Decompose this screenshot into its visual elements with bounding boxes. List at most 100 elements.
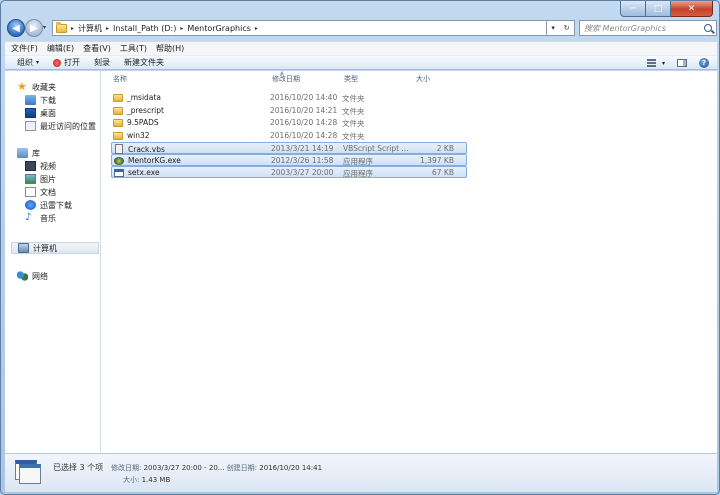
file-row[interactable]: 9.5PADS 2016/10/20 14:28 文件夹 xyxy=(111,117,467,129)
breadcrumb-separator[interactable]: ▸ xyxy=(180,25,183,32)
application-icon xyxy=(114,156,124,165)
thunder-download-icon xyxy=(25,200,36,210)
breadcrumb-install-path[interactable]: Install_Path (D:) xyxy=(113,24,176,33)
file-name: MentorKG.exe xyxy=(128,156,181,165)
sidebar-item-label: 最近访问的位置 xyxy=(40,121,96,131)
desktop-icon xyxy=(25,108,36,118)
sidebar-item-libraries[interactable]: 库 xyxy=(17,147,40,159)
file-type: 应用程序 xyxy=(343,169,373,178)
file-row-selected[interactable]: setx.exe 2003/3/27 20:00 应用程序 67 KB xyxy=(111,166,467,178)
sidebar-item-label: 桌面 xyxy=(40,108,56,118)
video-icon xyxy=(25,161,36,171)
new-folder-label: 新建文件夹 xyxy=(124,58,165,67)
sidebar-item-desktop[interactable]: 桌面 xyxy=(25,107,56,119)
file-name: Crack.vbs xyxy=(128,144,165,154)
breadcrumb-separator[interactable]: ▸ xyxy=(255,25,258,32)
column-header-size[interactable]: 大小 xyxy=(416,74,430,85)
menu-file[interactable]: 文件(F) xyxy=(11,43,38,54)
sidebar-item-label: 收藏夹 xyxy=(32,82,56,92)
sidebar-item-label: 音乐 xyxy=(40,213,56,223)
menu-edit[interactable]: 编辑(E) xyxy=(47,43,74,54)
sidebar-item-documents[interactable]: 文档 xyxy=(25,186,56,198)
sidebar-item-music[interactable]: ♪ 音乐 xyxy=(25,212,56,224)
menu-bar: 文件(F) 编辑(E) 查看(V) 工具(T) 帮助(H) xyxy=(5,41,717,55)
organize-button[interactable]: 组织 ▾ xyxy=(17,57,39,68)
search-icon[interactable] xyxy=(704,24,712,32)
column-header-date[interactable]: 修改日期 xyxy=(272,74,300,85)
file-date: 2016/10/20 14:21 xyxy=(270,106,338,115)
file-row-selected[interactable]: MentorKG.exe 2012/3/26 11:58 应用程序 1,397 … xyxy=(111,154,467,166)
file-type: 文件夹 xyxy=(342,119,365,128)
file-row[interactable]: win32 2016/10/20 14:28 文件夹 xyxy=(111,130,467,142)
close-button[interactable]: ✕ xyxy=(671,1,713,17)
file-row[interactable]: _prescript 2016/10/20 14:21 文件夹 xyxy=(111,105,467,117)
sidebar-item-label: 文档 xyxy=(40,187,56,197)
breadcrumb-separator[interactable]: ▸ xyxy=(106,25,109,32)
file-type: 文件夹 xyxy=(342,132,365,141)
libraries-icon xyxy=(17,148,28,158)
forward-button[interactable]: ▶ xyxy=(25,19,43,37)
details-pane: 已选择 3 个项 修改日期: 2003/3/27 20:00 - 20... 创… xyxy=(5,453,717,492)
documents-icon xyxy=(25,187,36,197)
file-name: win32 xyxy=(127,131,150,140)
column-header-name[interactable]: 名称 xyxy=(113,74,127,85)
address-row: ◀ ▶ ▾ ▸ 计算机 ▸ Install_Path (D:) ▸ Mentor… xyxy=(5,18,717,38)
script-file-icon xyxy=(115,144,123,154)
file-size: 2 KB xyxy=(436,144,454,153)
address-dropdown-icon[interactable]: ▾ xyxy=(551,24,555,32)
file-date: 2016/10/20 14:28 xyxy=(270,118,338,127)
refresh-icon[interactable]: ↻ xyxy=(564,24,570,32)
view-options-icon[interactable]: ▾ xyxy=(662,60,665,67)
caption-buttons: ─ □ ✕ xyxy=(620,1,713,17)
file-size: 1,397 KB xyxy=(420,156,454,165)
sidebar-item-label: 网络 xyxy=(32,271,48,281)
sidebar-item-pictures[interactable]: 图片 xyxy=(25,173,56,185)
sidebar-item-network[interactable]: 网络 xyxy=(17,270,48,282)
back-button[interactable]: ◀ xyxy=(7,19,25,37)
modified-label: 修改日期: xyxy=(111,464,142,472)
breadcrumb-computer[interactable]: 计算机 xyxy=(78,23,102,34)
search-input[interactable]: 搜索 MentorGraphics xyxy=(579,20,717,36)
file-list: 名称 ▲ 修改日期 类型 大小 _msidata 2016/10/20 14:4… xyxy=(102,70,717,453)
sidebar-item-computer[interactable]: 计算机 xyxy=(11,242,99,254)
column-header-type[interactable]: 类型 xyxy=(344,74,358,85)
change-view-icon[interactable] xyxy=(646,59,656,67)
minimize-button[interactable]: ─ xyxy=(620,1,646,17)
folder-icon xyxy=(56,21,67,33)
sidebar-item-downloads[interactable]: 下载 xyxy=(25,94,56,106)
file-type: 文件夹 xyxy=(342,94,365,103)
menu-view[interactable]: 查看(V) xyxy=(83,43,111,54)
file-date: 2013/3/21 14:19 xyxy=(271,144,334,153)
breadcrumb-separator[interactable]: ▸ xyxy=(71,25,74,32)
sidebar-item-thunder-downloads[interactable]: 迅雷下载 xyxy=(25,199,72,211)
breadcrumb-mentorgraphics[interactable]: MentorGraphics xyxy=(187,24,251,33)
menu-help[interactable]: 帮助(H) xyxy=(156,43,184,54)
file-row[interactable]: _msidata 2016/10/20 14:40 文件夹 xyxy=(111,92,467,104)
file-name: _prescript xyxy=(127,106,164,115)
file-row-selected[interactable]: Crack.vbs 2013/3/21 14:19 VBScript Scrip… xyxy=(111,142,467,154)
preview-pane-icon[interactable] xyxy=(677,59,687,67)
open-button[interactable]: 打开 xyxy=(53,57,80,68)
menu-tools[interactable]: 工具(T) xyxy=(120,43,147,54)
folder-icon xyxy=(113,93,123,102)
folder-icon xyxy=(113,118,123,127)
sidebar-item-videos[interactable]: 视频 xyxy=(25,160,56,172)
recent-pages-button[interactable]: ▾ xyxy=(43,24,46,31)
address-bar[interactable]: ▸ 计算机 ▸ Install_Path (D:) ▸ MentorGraphi… xyxy=(52,20,547,36)
file-date: 2003/3/27 20:00 xyxy=(271,168,334,177)
sidebar-item-recent-places[interactable]: 最近访问的位置 xyxy=(25,120,96,132)
help-icon[interactable]: ? xyxy=(699,58,709,68)
computer-icon xyxy=(18,243,29,253)
maximize-button[interactable]: □ xyxy=(646,1,671,17)
burn-button[interactable]: 刻录 xyxy=(94,57,110,68)
sidebar-item-favorites[interactable]: ★ 收藏夹 xyxy=(17,81,56,93)
file-name: setx.exe xyxy=(128,168,160,177)
open-icon xyxy=(53,58,62,67)
pictures-icon xyxy=(25,174,36,184)
recent-places-icon xyxy=(25,121,36,131)
folder-icon xyxy=(113,106,123,115)
sidebar-item-label: 下载 xyxy=(40,95,56,105)
file-name: _msidata xyxy=(127,93,161,102)
star-icon: ★ xyxy=(17,80,27,93)
new-folder-button[interactable]: 新建文件夹 xyxy=(124,57,164,68)
